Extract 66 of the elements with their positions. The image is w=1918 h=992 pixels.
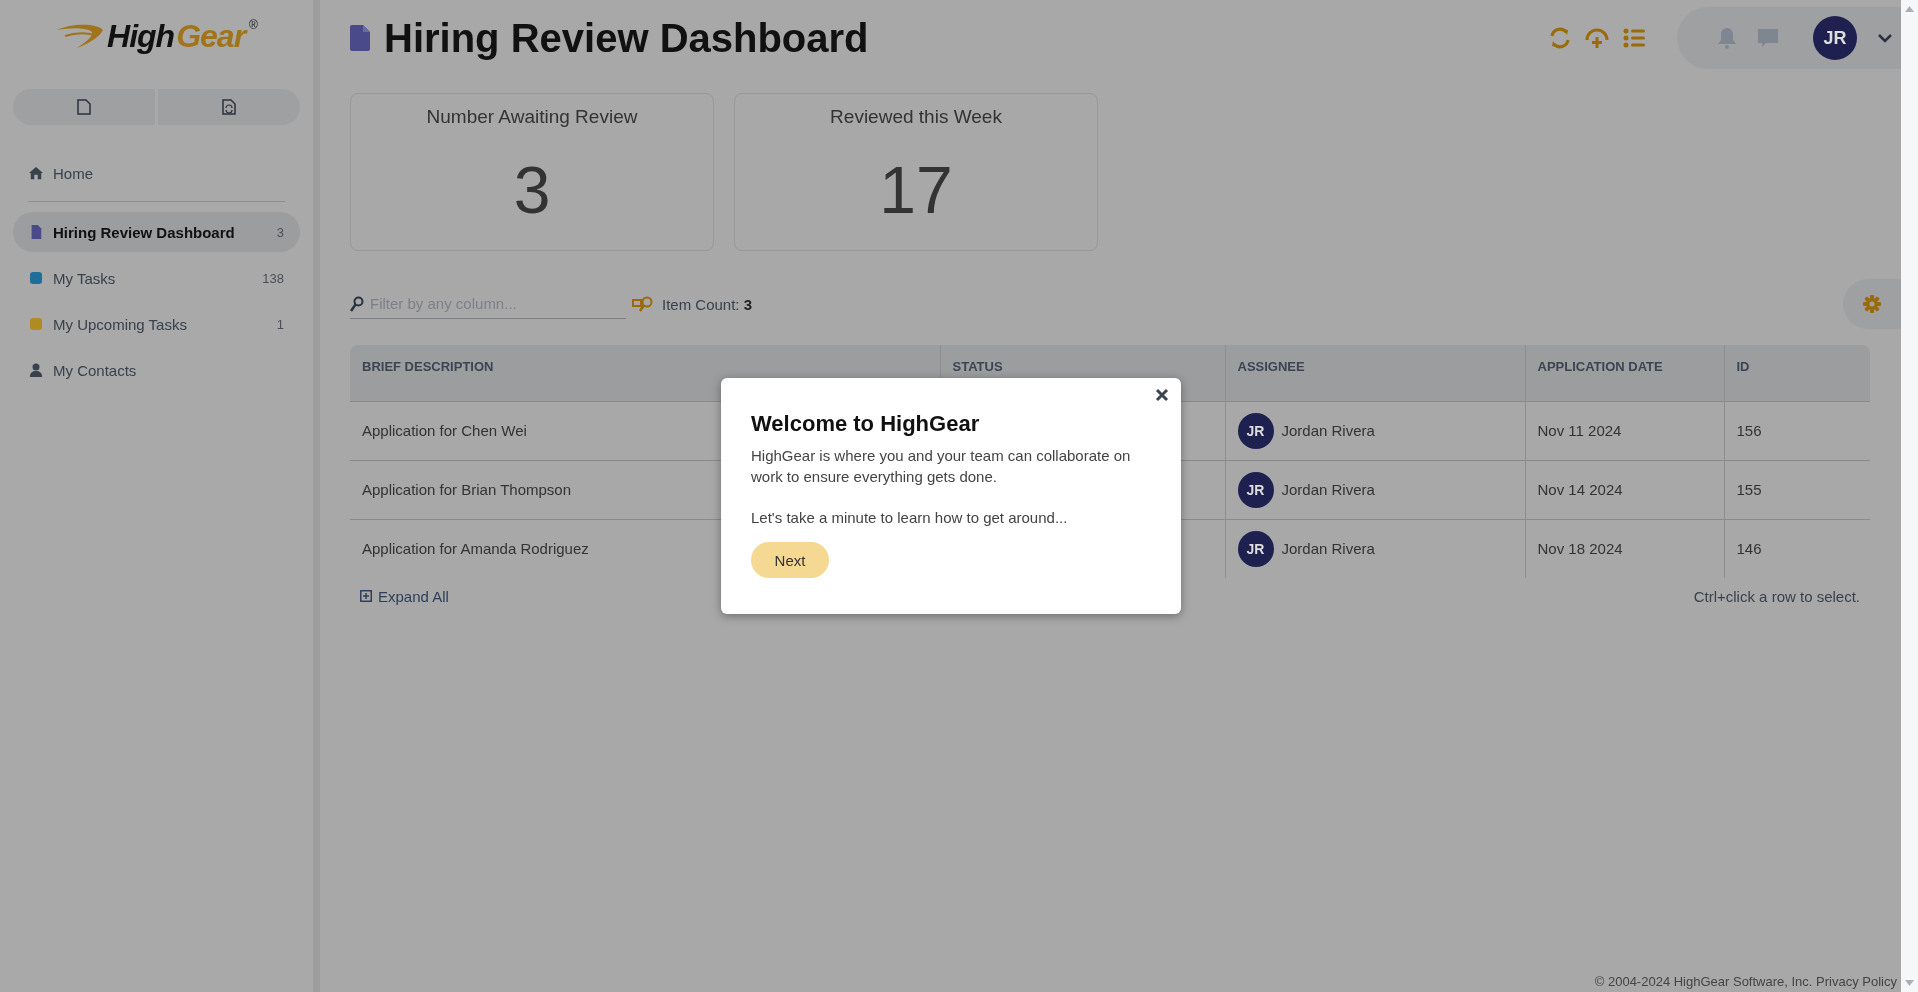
user-avatar[interactable]: JR bbox=[1813, 16, 1857, 60]
assignee-avatar: JR bbox=[1237, 471, 1274, 508]
table-cell: Jordan Rivera bbox=[1281, 540, 1375, 557]
next-button[interactable]: Next bbox=[751, 542, 829, 578]
table-cell: Nov 18 2024 bbox=[1525, 519, 1724, 578]
sidebar-item-label: My Upcoming Tasks bbox=[53, 315, 188, 333]
stat-label: Reviewed this Week bbox=[830, 106, 1002, 128]
refresh-icon[interactable] bbox=[1549, 27, 1571, 49]
refresh-document-button[interactable] bbox=[158, 89, 300, 125]
selection-hint: Ctrl+click a row to select. bbox=[1693, 587, 1860, 605]
registered-mark: ® bbox=[249, 18, 258, 32]
sidebar-item[interactable]: Hiring Review Dashboard 3 bbox=[13, 212, 300, 252]
assignee-avatar: JR bbox=[1237, 530, 1274, 567]
logo-text: High bbox=[107, 18, 175, 55]
chevron-down-icon[interactable] bbox=[1877, 33, 1893, 43]
privacy-policy-link[interactable]: Privacy Policy bbox=[1816, 974, 1897, 989]
sidebar-item-label: Home bbox=[53, 164, 94, 182]
sidebar-item-label: My Contacts bbox=[53, 361, 138, 379]
copyright-text: © 2004-2024 HighGear Software, Inc. bbox=[1594, 974, 1813, 989]
sidebar-item[interactable]: My Contacts bbox=[13, 350, 300, 390]
sidebar-item-label: My Tasks bbox=[53, 269, 117, 287]
close-button[interactable] bbox=[1153, 386, 1171, 404]
expand-icon bbox=[360, 590, 372, 602]
scroll-down-icon[interactable] bbox=[1905, 980, 1914, 986]
sidebar-item[interactable]: Home bbox=[13, 153, 300, 193]
table-cell: Nov 14 2024 bbox=[1525, 460, 1724, 519]
table-cell: 156 bbox=[1724, 401, 1870, 460]
scroll-up-icon[interactable] bbox=[1905, 6, 1914, 12]
document-icon bbox=[29, 225, 43, 239]
settings-icon bbox=[1863, 295, 1881, 313]
document-icon bbox=[77, 99, 91, 115]
item-count-label: Item Count: 3 bbox=[662, 295, 753, 313]
table-cell: Jordan Rivera bbox=[1281, 481, 1375, 498]
home-icon bbox=[29, 166, 43, 180]
assignee-avatar: JR bbox=[1237, 412, 1274, 449]
item-count: 1 bbox=[276, 316, 284, 332]
column-header[interactable]: APPLICATION DATE bbox=[1525, 345, 1724, 401]
item-count: 3 bbox=[276, 224, 284, 240]
logo-swoosh-icon bbox=[55, 22, 106, 50]
bell-icon[interactable] bbox=[1717, 27, 1737, 49]
scrollbar[interactable] bbox=[1901, 0, 1918, 992]
list-icon[interactable] bbox=[1623, 27, 1645, 49]
stat-value: 17 bbox=[879, 152, 953, 228]
search-icon bbox=[350, 295, 364, 312]
filter-count-icon bbox=[632, 296, 654, 312]
stat-value: 3 bbox=[513, 152, 551, 228]
sidebar-item[interactable]: My Tasks 138 bbox=[13, 258, 300, 298]
column-header[interactable]: ID bbox=[1724, 345, 1870, 401]
logo-text: Gear bbox=[176, 18, 246, 55]
table-cell: 146 bbox=[1724, 519, 1870, 578]
document-refresh-icon bbox=[222, 99, 236, 115]
settings-button[interactable] bbox=[1843, 279, 1901, 329]
person-icon bbox=[29, 363, 43, 377]
column-header[interactable]: ASSIGNEE bbox=[1225, 345, 1525, 401]
table-cell: 155 bbox=[1724, 460, 1870, 519]
expand-all-button[interactable]: Expand All bbox=[350, 587, 449, 605]
chat-icon[interactable] bbox=[1757, 27, 1779, 49]
table-cell: Jordan Rivera bbox=[1281, 422, 1375, 439]
gauge-add-icon[interactable] bbox=[1585, 27, 1609, 49]
sidebar-item[interactable]: My Upcoming Tasks 1 bbox=[13, 304, 300, 344]
stat-label: Number Awaiting Review bbox=[426, 106, 638, 128]
sidebar-item-label: Hiring Review Dashboard bbox=[53, 223, 236, 241]
document-icon bbox=[350, 25, 370, 51]
table-cell: Nov 11 2024 bbox=[1525, 401, 1724, 460]
page-title: Hiring Review Dashboard bbox=[384, 15, 870, 61]
item-count: 138 bbox=[262, 270, 284, 286]
